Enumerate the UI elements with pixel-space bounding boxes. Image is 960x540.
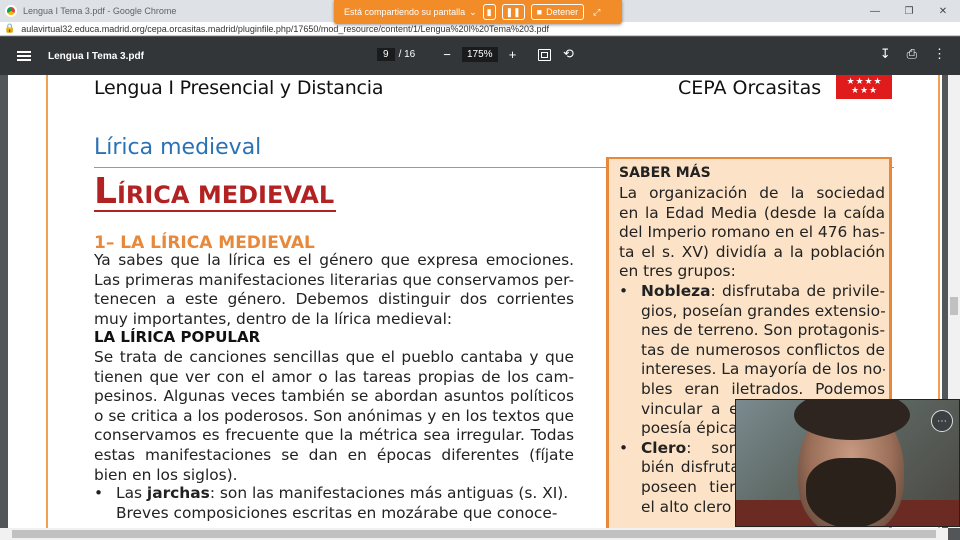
window-controls: — ❐ ✕ <box>858 0 960 22</box>
text-line: Las primeras manifestaciones literarias … <box>94 270 574 289</box>
stop-icon: ■ <box>536 7 543 17</box>
close-icon[interactable]: ✕ <box>926 0 960 22</box>
text-line: tenecen a este género. Debemos distingui… <box>94 290 574 309</box>
zoom-in-icon[interactable]: + <box>506 47 520 62</box>
heading-rest: ÍRICA MEDIEVAL <box>116 181 335 209</box>
stop-sharing-button[interactable]: ■ Detener <box>530 4 585 20</box>
mic-icon: ▮ <box>486 6 492 17</box>
clero-bold: Clero <box>641 438 687 457</box>
pdf-right-tools: ↧ ⎙ ⋮ <box>880 46 946 62</box>
rotate-icon[interactable]: ⟲ <box>563 46 574 62</box>
text-line: muy importantes, dentro de la lírica med… <box>94 309 453 328</box>
text-line: tas de numerosos conflictos de <box>641 340 885 359</box>
page-header-school: CEPA Orcasitas <box>678 77 822 99</box>
text-line: Se trata de canciones sencillas que el p… <box>94 348 574 366</box>
total-pages: / 16 <box>398 49 416 60</box>
pause-icon: ❚❚ <box>505 6 521 17</box>
webcam-video: ⋯ <box>735 399 960 527</box>
text-line: conservamos es frecuente que la métrica … <box>94 426 574 445</box>
minimize-icon[interactable]: — <box>858 0 892 22</box>
print-icon[interactable]: ⎙ <box>907 46 917 62</box>
text-line: tienen que ver con el amor o las tareas … <box>94 367 574 386</box>
text-line: La organización de la sociedad <box>619 184 885 202</box>
share-status: Está compartiendo su pantalla <box>344 7 466 17</box>
vertical-scroll-thumb[interactable] <box>950 297 958 315</box>
horizontal-scrollbar[interactable] <box>0 528 948 540</box>
share-pause-button[interactable]: ❚❚ <box>501 4 525 20</box>
main-heading: LÍRICA MEDIEVAL <box>94 174 337 212</box>
text-line: Ya sabes que la lírica es el género que … <box>94 251 574 269</box>
pdf-toolbar: Lengua I Tema 3.pdf 9 / 16 − 175% + ⟲ ↧ … <box>0 37 960 75</box>
jarchas-bullet: • Las jarchas: son las manifestaciones má… <box>94 484 574 523</box>
bullet-post: : son las manifestaciones más antiguas (… <box>209 484 569 502</box>
nobleza-bold: Nobleza <box>641 281 711 300</box>
horizontal-scroll-thumb[interactable] <box>12 530 936 538</box>
text-line: gios, poseían grandes extensio- <box>641 301 885 320</box>
current-page-input[interactable]: 9 <box>377 48 395 61</box>
text-line: bien en los siglos). <box>94 465 238 484</box>
text-line: ta el s. XV) dividía a la población <box>619 242 885 261</box>
screen-share-bar: Está compartiendo su pantalla ⌄ ▮ ❚❚ ■ De… <box>334 0 622 24</box>
text-line: en tres grupos: <box>619 262 736 281</box>
zoom-out-icon[interactable]: − <box>440 47 454 62</box>
heading-initial: L <box>94 171 117 212</box>
chrome-icon <box>5 5 17 17</box>
zoom-level-input[interactable]: 175% <box>462 47 498 62</box>
page-border-left <box>46 75 48 528</box>
bullet-icon: • <box>94 484 104 502</box>
text-line: pesinos. Algunas veces también se aborda… <box>94 387 574 406</box>
lock-icon: 🔒 <box>4 23 16 33</box>
restore-icon[interactable]: ❐ <box>892 0 926 22</box>
text-line: bles eran iletrados. Podemos <box>641 379 885 398</box>
section-title: Lírica medieval <box>94 135 262 160</box>
window-title: Lengua I Tema 3.pdf - Google Chrome <box>23 6 177 16</box>
stop-sharing-label: Detener <box>546 7 579 17</box>
more-horiz-icon[interactable]: ⋯ <box>931 410 953 432</box>
text-line: en la Edad Media (desde la caída <box>619 203 885 222</box>
download-icon[interactable]: ↧ <box>880 46 891 62</box>
url-text[interactable]: aulavirtual32.educa.madrid.org/cepa.orca… <box>21 24 549 34</box>
share-expand-button[interactable]: ⤢ <box>590 4 603 20</box>
text-line: nes de terreno. Son protagonis- <box>641 321 885 340</box>
text-line: intereses. La mayoría de los no- <box>641 360 885 379</box>
screen: Lengua I Tema 3.pdf - Google Chrome — ❐ … <box>0 0 960 540</box>
bullet-text: Las jarchas: son las manifestaciones más… <box>116 484 568 504</box>
share-mic-button[interactable]: ▮ <box>482 4 496 20</box>
bullet-pre: Las <box>116 484 147 502</box>
fit-page-icon[interactable] <box>538 49 551 61</box>
madrid-flag-icon: ★ ★ ★ ★ ★ ★ ★ <box>836 75 892 99</box>
page-navigator: 9 / 16 <box>377 48 415 61</box>
popular-paragraph: Se trata de canciones sencillas que el p… <box>94 348 574 485</box>
intro-paragraph: Ya sabes que la lírica es el género que … <box>94 251 574 329</box>
nobleza-bullet: • Nobleza: disfrutaba de privile- <box>619 282 885 302</box>
expand-icon: ⤢ <box>593 6 601 17</box>
page-header-course: Lengua I Presencial y Distancia <box>94 77 384 99</box>
chevron-down-icon[interactable]: ⌄ <box>469 7 477 18</box>
text-line: o se critica a los poderosos. Son anónim… <box>94 406 574 425</box>
text-line: del Imperio romano en el 476 has- <box>619 223 885 242</box>
bullet-bold: jarchas <box>146 484 210 502</box>
saber-mas-title: SABER MÁS <box>619 165 711 181</box>
nobleza-first: : disfrutaba de privile- <box>710 281 885 300</box>
bullet-continuation: Breves composiciones escritas en mozárab… <box>116 503 558 522</box>
menu-icon[interactable] <box>17 51 31 61</box>
text-line: estas manifestaciones se dan en épocas d… <box>94 445 574 464</box>
zoom-controls: − 175% + <box>440 47 520 62</box>
pdf-document-title: Lengua I Tema 3.pdf <box>48 50 144 62</box>
bullet-icon: • <box>619 438 629 457</box>
popular-heading: LA LÍRICA POPULAR <box>94 328 261 346</box>
bullet-icon: • <box>619 281 629 300</box>
more-vert-icon[interactable]: ⋮ <box>933 46 946 62</box>
sub-heading: 1– LA LÍRICA MEDIEVAL <box>94 233 315 253</box>
address-bar[interactable]: 🔒 aulavirtual32.educa.madrid.org/cepa.or… <box>0 22 960 36</box>
